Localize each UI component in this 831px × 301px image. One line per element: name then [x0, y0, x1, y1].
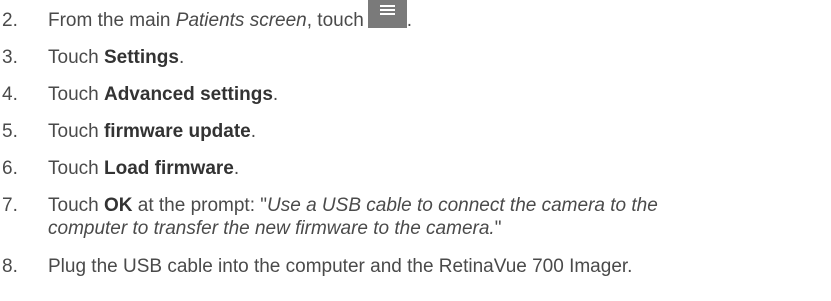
step-number: 5. [2, 121, 18, 142]
load-firmware-label: Load firmware [103, 158, 234, 179]
step-suffix: . [406, 10, 413, 31]
step-suffix: " [494, 218, 502, 239]
step-text: Touch firmware update. [48, 120, 831, 143]
step-prefix: From the main [48, 10, 176, 31]
step-text: Plug the USB cable into the computer and… [48, 256, 633, 277]
step-number: 2. [2, 10, 18, 31]
advanced-settings-label: Advanced settings [103, 84, 273, 105]
hamburger-menu-icon [367, 0, 407, 28]
step-prefix: Touch [48, 195, 104, 216]
step-text: Touch Advanced settings. [48, 83, 831, 106]
step-prefix: Touch [48, 84, 104, 105]
prompt-quote-line-2: computer to transfer the new firmware to… [48, 218, 495, 239]
step-number: 4. [2, 84, 18, 105]
settings-label: Settings [103, 47, 179, 68]
step-suffix: . [272, 84, 279, 105]
step-prefix: Touch [48, 158, 104, 179]
step-number: 3. [2, 47, 18, 68]
ok-label: OK [103, 195, 133, 216]
step-prefix: Touch [48, 121, 104, 142]
step-middle: at the prompt: " [132, 195, 268, 216]
step-number: 8. [2, 256, 18, 277]
prompt-quote-line-1: Use a USB cable to connect the camera to… [267, 195, 658, 216]
step-number: 7. [2, 195, 18, 216]
firmware-update-label: firmware update [103, 121, 251, 142]
step-suffix: . [250, 121, 257, 142]
step-prefix: Touch [48, 47, 104, 68]
step-text: Touch OK at the prompt: "Use a USB cable… [48, 194, 831, 240]
step-text: Touch Settings. [48, 46, 831, 69]
step-text: Touch Load firmware. [48, 157, 831, 180]
step-middle: , touch [306, 10, 364, 31]
step-suffix: . [233, 158, 240, 179]
step-suffix: . [178, 47, 185, 68]
patients-screen-label: Patients screen [175, 10, 307, 31]
step-text: From the main Patients screen, touch. [48, 0, 831, 32]
step-number: 6. [2, 158, 18, 179]
